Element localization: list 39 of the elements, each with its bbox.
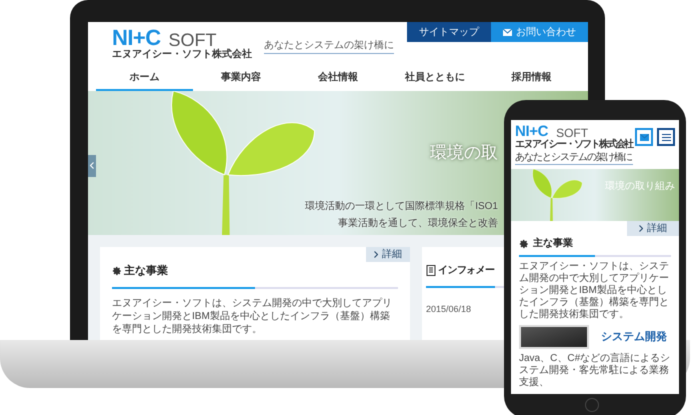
section-text: エヌアイシー・ソフトは、システム開発の中で大別してアプリケーション開発とIBM製品を中心としたインフラ（基盤）構築を専門とした開発技術集団です。 [519, 261, 670, 321]
logo-word: SOFT [168, 30, 217, 49]
section-text: Java、C、C#などの言語によるシステム開発・客先常駐による業務支援、 [519, 353, 671, 389]
chevron-left-icon [90, 162, 94, 170]
section-heading: インフォメー [438, 264, 494, 278]
section-text: エヌアイシー・ソフトは、システム開発の中で大別してアプリケーション開発とIBM製品を中心としたインフラ（基盤）構築を専門とした開発技術集団です。 [112, 297, 393, 336]
chevron-right-icon [639, 225, 643, 232]
company-name: エヌアイシー・ソフト株式会社 [112, 48, 252, 62]
nav-tab[interactable]: 事業内容 [192, 66, 290, 91]
company-name: エヌアイシー・ソフト株式会社 [515, 139, 633, 152]
sitemap-link[interactable]: サイトマップ [407, 22, 491, 42]
nav-tab[interactable]: 採用情報 [483, 66, 580, 91]
mail-icon [503, 28, 512, 36]
keyboard-photo [519, 325, 589, 349]
details-link[interactable]: 詳細 [366, 246, 410, 262]
mail-button[interactable] [635, 128, 653, 146]
logo-mark: NI+C [515, 124, 548, 139]
logo-mark: NI+C [112, 26, 161, 49]
document-icon [426, 264, 436, 276]
chevron-right-icon [374, 250, 378, 258]
hero-caption: 事業活動を通して、環境保全と改善 [338, 216, 498, 231]
menu-button[interactable] [657, 128, 675, 146]
menu-icon [662, 134, 670, 140]
hero-title: 環境の取 [430, 142, 498, 165]
gear-icon [112, 266, 122, 276]
tagline: あなたとシステムの架け橋に [264, 38, 394, 54]
news-date: 2015/06/18 [426, 304, 472, 314]
gear-icon [519, 238, 529, 248]
nav-tab[interactable]: 社員とともに [386, 66, 484, 91]
details-link[interactable]: 詳細 [627, 221, 679, 236]
feature-title: システム開発 [601, 330, 667, 345]
logo-word: SOFT [556, 127, 588, 139]
hero-caption: 環境活動の一環として国際標準規格「ISO1 [305, 200, 498, 214]
section-heading: 主な事業 [533, 236, 573, 251]
section-heading: 主な事業 [124, 264, 168, 278]
nav-tab[interactable]: 会社情報 [290, 66, 386, 91]
mail-icon [640, 134, 648, 140]
tagline: あなたとシステムの架け橋に [515, 152, 633, 165]
previous-button[interactable] [88, 154, 96, 177]
